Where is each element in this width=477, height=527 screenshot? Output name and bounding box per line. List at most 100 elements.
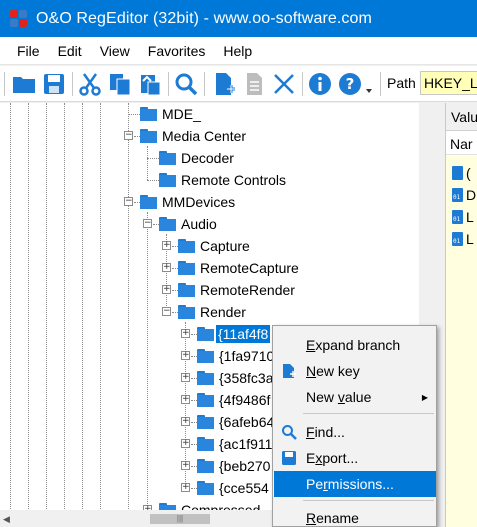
tree-node-selected[interactable]: {11af4f8 bbox=[214, 324, 272, 344]
scroll-left-icon[interactable]: ◀ bbox=[3, 514, 10, 525]
collapse-toggle[interactable]: − bbox=[124, 131, 133, 140]
tree-node[interactable]: {4f9486f bbox=[219, 391, 270, 409]
list-item[interactable]: ( bbox=[452, 162, 471, 184]
tree-node[interactable]: {cce554 bbox=[219, 479, 269, 497]
menu-edit[interactable]: Edit bbox=[49, 43, 91, 59]
tree-node-render[interactable]: Render bbox=[200, 303, 246, 321]
tree-node[interactable]: {358fc3a bbox=[219, 369, 274, 387]
search-icon bbox=[281, 424, 297, 440]
folder-icon bbox=[197, 437, 214, 451]
expand-toggle[interactable]: + bbox=[181, 329, 190, 338]
menu-file[interactable]: File bbox=[8, 43, 49, 59]
path-label: Path bbox=[387, 75, 416, 91]
collapse-toggle[interactable]: − bbox=[162, 307, 171, 316]
save-icon[interactable] bbox=[40, 70, 68, 98]
toolbar: ? Path HKEY_LOCAL bbox=[0, 66, 477, 102]
tree-node[interactable]: {ac1f911 bbox=[219, 435, 272, 453]
menu-item-rename[interactable]: Rename bbox=[274, 505, 436, 527]
values-pane: Valu Nar ( 01 D 01 L 01 L bbox=[445, 103, 477, 527]
tree-node-mmdevices[interactable]: MMDevices bbox=[162, 193, 235, 211]
string-value-icon bbox=[452, 166, 463, 180]
window-title: O&O RegEditor (32bit) - www.oo-software.… bbox=[36, 9, 372, 27]
tree-node-mde[interactable]: MDE_ bbox=[162, 105, 201, 123]
expand-toggle[interactable]: + bbox=[181, 417, 190, 426]
expand-toggle[interactable]: + bbox=[181, 351, 190, 360]
menu-favorites[interactable]: Favorites bbox=[139, 43, 215, 59]
tree-node-remoterender[interactable]: RemoteRender bbox=[200, 281, 295, 299]
menu-item-permissions[interactable]: Permissions... bbox=[274, 471, 436, 497]
collapse-toggle[interactable]: − bbox=[143, 219, 152, 228]
submenu-arrow-icon: ▶ bbox=[421, 392, 428, 402]
expand-toggle[interactable]: + bbox=[181, 439, 190, 448]
folder-icon bbox=[140, 195, 157, 209]
binary-value-icon: 01 bbox=[452, 188, 463, 202]
menu-item-export[interactable]: Export... bbox=[274, 445, 436, 471]
scroll-thumb[interactable]: ||| bbox=[150, 514, 210, 524]
svg-text:?: ? bbox=[346, 75, 355, 93]
menu-item-expand-branch[interactable]: Expand branch bbox=[274, 332, 436, 358]
open-folder-icon[interactable] bbox=[10, 70, 38, 98]
binary-value-icon: 01 bbox=[452, 210, 463, 224]
folder-icon bbox=[140, 107, 157, 121]
folder-icon bbox=[197, 371, 214, 385]
folder-icon bbox=[197, 349, 214, 363]
expand-toggle[interactable]: + bbox=[181, 373, 190, 382]
new-key-icon bbox=[281, 363, 297, 379]
title-bar: O&O RegEditor (32bit) - www.oo-software.… bbox=[0, 0, 477, 37]
list-item[interactable]: 01 D bbox=[452, 184, 476, 206]
chevron-down-icon[interactable] bbox=[364, 86, 374, 96]
search-icon[interactable] bbox=[172, 70, 200, 98]
context-menu: Expand branch New key New value ▶ Find..… bbox=[272, 325, 437, 527]
folder-icon bbox=[140, 129, 157, 143]
tree-node[interactable]: {1fa9710 bbox=[219, 347, 274, 365]
tree-node-remotecapture[interactable]: RemoteCapture bbox=[200, 259, 299, 277]
new-key-icon[interactable] bbox=[210, 70, 238, 98]
list-item[interactable]: 01 L bbox=[452, 228, 474, 250]
folder-icon bbox=[197, 393, 214, 407]
menu-view[interactable]: View bbox=[91, 43, 139, 59]
tree-node-remote-controls[interactable]: Remote Controls bbox=[181, 171, 286, 189]
info-icon[interactable] bbox=[306, 70, 334, 98]
app-logo-icon bbox=[10, 9, 28, 28]
menu-item-new-value[interactable]: New value ▶ bbox=[274, 384, 436, 410]
expand-toggle[interactable]: + bbox=[181, 461, 190, 470]
folder-icon bbox=[178, 283, 195, 297]
folder-icon bbox=[197, 415, 214, 429]
folder-icon bbox=[178, 261, 195, 275]
menu-bar: File Edit View Favorites Help bbox=[0, 37, 477, 65]
tree-node-media-center[interactable]: Media Center bbox=[162, 127, 246, 145]
folder-icon bbox=[159, 217, 176, 231]
collapse-toggle[interactable]: − bbox=[124, 197, 133, 206]
menu-item-new-key[interactable]: New key bbox=[274, 358, 436, 384]
expand-toggle[interactable]: + bbox=[181, 395, 190, 404]
expand-toggle[interactable]: + bbox=[162, 263, 171, 272]
cut-icon[interactable] bbox=[76, 70, 104, 98]
expand-toggle[interactable]: + bbox=[181, 483, 190, 492]
folder-icon bbox=[178, 239, 195, 253]
folder-icon bbox=[159, 151, 176, 165]
document-icon[interactable] bbox=[240, 70, 268, 98]
copy-icon[interactable] bbox=[106, 70, 134, 98]
values-list: ( 01 D 01 L 01 L bbox=[446, 156, 477, 527]
tree-node-capture[interactable]: Capture bbox=[200, 237, 250, 255]
menu-item-find[interactable]: Find... bbox=[274, 419, 436, 445]
folder-icon bbox=[159, 173, 176, 187]
expand-toggle[interactable]: + bbox=[162, 241, 171, 250]
binary-value-icon: 01 bbox=[452, 232, 463, 246]
help-icon[interactable]: ? bbox=[336, 70, 364, 98]
list-item[interactable]: 01 L bbox=[452, 206, 474, 228]
tree-node-audio[interactable]: Audio bbox=[181, 215, 217, 233]
delete-icon[interactable] bbox=[270, 70, 298, 98]
folder-icon bbox=[197, 459, 214, 473]
tree-node[interactable]: {beb270 bbox=[219, 457, 270, 475]
tree-node-decoder[interactable]: Decoder bbox=[181, 149, 234, 167]
folder-icon bbox=[197, 481, 214, 495]
path-input[interactable]: HKEY_LOCAL bbox=[420, 71, 477, 95]
menu-help[interactable]: Help bbox=[214, 43, 261, 59]
paste-icon[interactable] bbox=[136, 70, 164, 98]
folder-icon bbox=[178, 305, 195, 319]
tree-node[interactable]: {6afeb64 bbox=[219, 413, 274, 431]
column-header-name[interactable]: Nar bbox=[446, 133, 477, 155]
expand-toggle[interactable]: + bbox=[162, 285, 171, 294]
values-header: Valu bbox=[446, 103, 477, 131]
